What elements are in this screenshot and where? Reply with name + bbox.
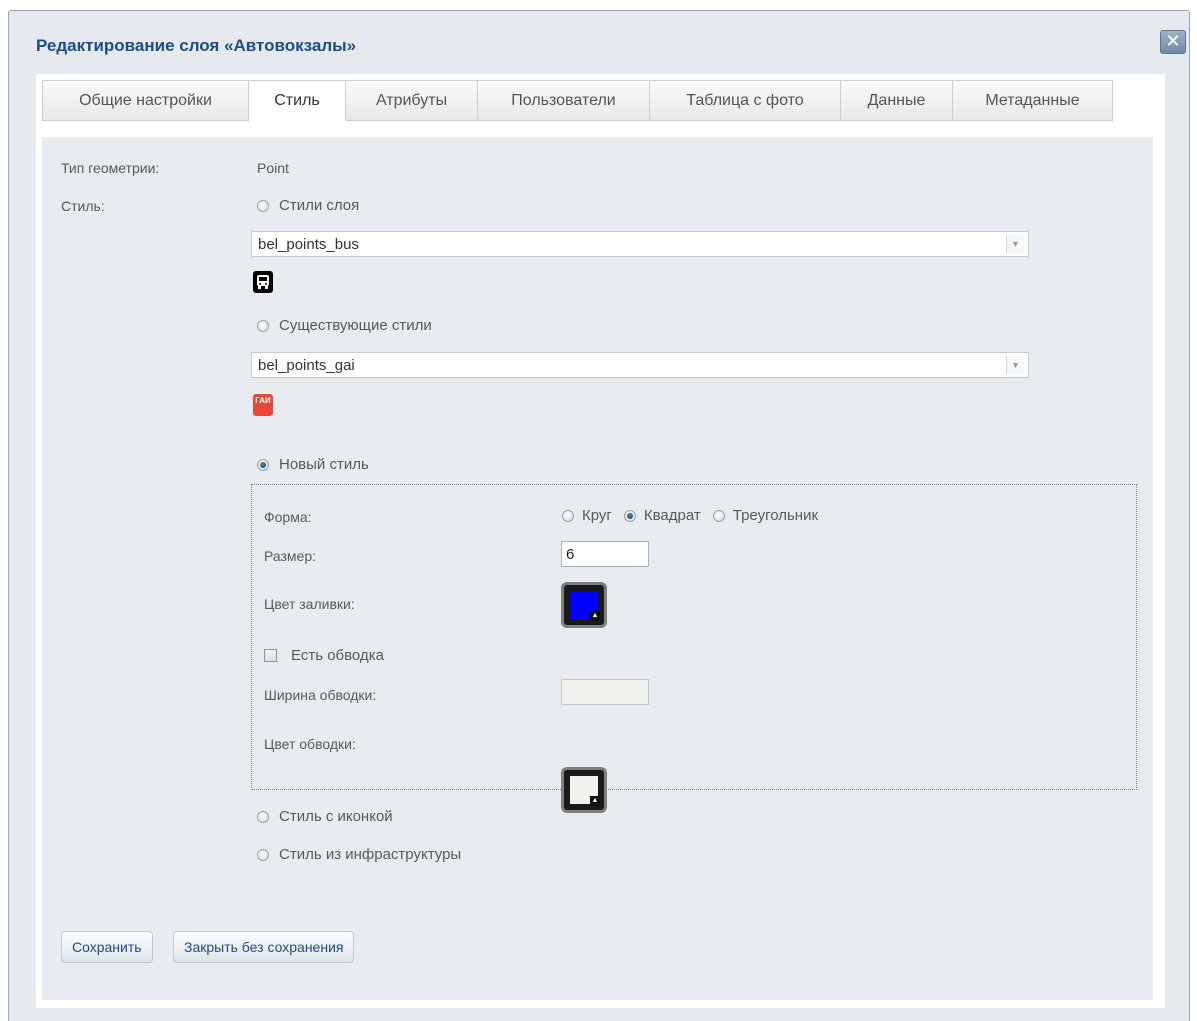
size-input[interactable]: 6: [561, 541, 649, 567]
shape-square-radio[interactable]: [623, 509, 636, 522]
bus-icon: [253, 271, 273, 293]
shape-triangle-radio[interactable]: [712, 509, 725, 522]
tab-general-settings[interactable]: Общие настройки: [43, 81, 249, 121]
tab-data[interactable]: Данные: [841, 81, 953, 121]
gai-icon: ГАИ: [253, 394, 273, 416]
existing-styles-select-value: bel_points_gai: [258, 356, 355, 374]
chevron-up-icon: ▲: [590, 796, 600, 806]
fill-color-picker[interactable]: ▲: [561, 582, 607, 628]
chevron-up-icon: ▲: [590, 611, 600, 621]
icon-style-radio[interactable]: [257, 810, 269, 823]
shape-square-label: Квадрат: [643, 507, 701, 524]
layer-styles-select-value: bel_points_bus: [258, 235, 359, 253]
existing-styles-radio[interactable]: [257, 319, 269, 332]
infra-style-option[interactable]: Стиль из инфраструктуры: [257, 846, 461, 863]
tab-users[interactable]: Пользователи: [478, 81, 650, 121]
save-button[interactable]: Сохранить: [61, 931, 153, 963]
fill-color-label: Цвет заливки:: [264, 596, 355, 612]
shape-circle-radio[interactable]: [562, 509, 574, 522]
existing-styles-option[interactable]: Существующие стили: [257, 317, 432, 334]
icon-style-option[interactable]: Стиль с иконкой: [257, 808, 393, 825]
has-stroke-option[interactable]: Есть обводка: [264, 647, 384, 664]
shape-label: Форма:: [264, 509, 312, 525]
close-icon: ✕: [1165, 31, 1181, 51]
layer-styles-option[interactable]: Стили слоя: [257, 197, 359, 214]
layer-styles-label: Стили слоя: [279, 197, 360, 214]
layer-styles-select[interactable]: bel_points_bus ▼: [251, 231, 1029, 257]
has-stroke-label: Есть обводка: [291, 647, 384, 664]
shape-circle-label: Круг: [582, 507, 612, 524]
geometry-type-value: Point: [257, 160, 289, 176]
new-style-radio[interactable]: [257, 458, 269, 471]
new-style-fieldset: Форма: Круг Квадрат Треугольник Размер: …: [251, 484, 1137, 813]
tab-style[interactable]: Стиль: [249, 81, 346, 121]
tab-photo-table[interactable]: Таблица с фото: [650, 81, 841, 121]
infra-style-label: Стиль из инфраструктуры: [279, 846, 462, 863]
chevron-down-icon: ▼: [1006, 235, 1024, 253]
existing-styles-select[interactable]: bel_points_gai ▼: [251, 352, 1029, 378]
layer-styles-radio[interactable]: [257, 199, 269, 212]
chevron-down-icon: ▼: [1006, 356, 1024, 374]
tab-attributes[interactable]: Атрибуты: [346, 81, 478, 121]
tab-metadata[interactable]: Метаданные: [953, 81, 1113, 121]
stroke-width-label: Ширина обводки:: [264, 687, 377, 703]
close-dialog-button[interactable]: ✕: [1160, 30, 1186, 54]
stroke-color-picker[interactable]: ▲: [561, 767, 607, 813]
infra-style-radio[interactable]: [257, 848, 269, 861]
stroke-color-label: Цвет обводки:: [264, 736, 356, 752]
size-label: Размер:: [264, 548, 317, 564]
new-style-option[interactable]: Новый стиль: [257, 456, 369, 473]
style-tab-content: Тип геометрии: Point Стиль: Стили слоя b…: [42, 137, 1153, 1000]
geometry-type-label: Тип геометрии:: [61, 160, 160, 176]
dialog-panel: Общие настройки Стиль Атрибуты Пользоват…: [36, 74, 1165, 1008]
icon-style-label: Стиль с иконкой: [279, 808, 393, 825]
shape-options: Круг Квадрат Треугольник: [562, 507, 818, 524]
has-stroke-checkbox[interactable]: [264, 649, 277, 662]
shape-triangle-label: Треугольник: [732, 507, 819, 524]
close-without-save-button[interactable]: Закрыть без сохранения: [173, 931, 355, 963]
existing-styles-label: Существующие стили: [279, 317, 432, 334]
bus-icon-glyph: [257, 275, 269, 289]
dialog-title: Редактирование слоя «Автовокзалы»: [36, 36, 357, 55]
new-style-label: Новый стиль: [279, 456, 369, 473]
style-label: Стиль:: [61, 198, 105, 214]
tab-bar: Общие настройки Стиль Атрибуты Пользоват…: [42, 80, 1113, 121]
stroke-width-input[interactable]: [561, 679, 649, 705]
